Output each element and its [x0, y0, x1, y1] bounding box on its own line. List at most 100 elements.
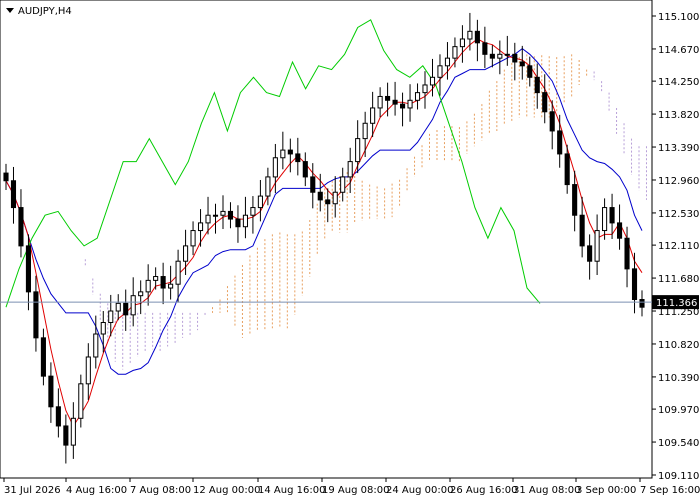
- candle-body: [474, 30, 480, 44]
- y-tick-label: 112.110: [658, 241, 699, 252]
- candle-body: [325, 199, 331, 205]
- candle-body: [355, 138, 361, 163]
- candle-body: [33, 291, 39, 339]
- candle-body: [115, 302, 121, 312]
- x-tick-label: 31 Aug 08:00: [513, 485, 580, 496]
- y-tick-label: 115.100: [658, 12, 699, 23]
- candle-body: [587, 245, 593, 262]
- candle-body: [400, 103, 406, 109]
- y-tick-label: 113.820: [658, 110, 699, 121]
- y-tick-label: 114.670: [658, 45, 699, 56]
- y-tick-label: 109.110: [658, 471, 699, 482]
- x-tick-label: 3 Sep 00:00: [576, 485, 636, 496]
- candle-body: [250, 207, 256, 216]
- x-tick-label: 4 Aug 16:00: [66, 485, 127, 496]
- y-tick-label: 112.960: [658, 176, 699, 187]
- candle-body: [175, 260, 181, 285]
- candle-body: [205, 214, 211, 224]
- candle-body: [332, 191, 338, 205]
- candle-body: [639, 299, 645, 308]
- candle-body: [310, 176, 316, 193]
- candle-body: [459, 38, 465, 48]
- ichimoku-chart: 111.366 115.100114.670114.250113.820113.…: [0, 0, 700, 496]
- candle-body: [624, 237, 630, 270]
- plot-area: [0, 0, 653, 479]
- candle-body: [572, 184, 578, 216]
- candle-body: [482, 42, 488, 55]
- candle-body: [414, 92, 421, 101]
- y-tick-label: 113.390: [658, 143, 699, 154]
- candle-body: [512, 53, 518, 63]
- candle-body: [153, 276, 159, 281]
- candle-body: [190, 230, 196, 247]
- candle-body: [93, 333, 99, 358]
- candle-body: [340, 176, 346, 193]
- candle-body: [602, 207, 608, 232]
- candle-body: [616, 222, 623, 239]
- candle-body: [130, 295, 136, 316]
- candle-body: [385, 95, 391, 101]
- candle-body: [145, 279, 151, 293]
- symbol-title: AUDJPY,H4: [18, 6, 72, 17]
- candle-body: [235, 218, 241, 228]
- candle-body: [519, 61, 525, 67]
- candle-body: [302, 161, 308, 178]
- candle-body: [272, 157, 278, 178]
- y-tick-label: 110.820: [658, 340, 699, 351]
- candle-body: [257, 195, 263, 209]
- candle-body: [100, 322, 106, 335]
- candle-body: [160, 276, 166, 289]
- x-tick-label: 7 Sep 16:00: [640, 485, 700, 496]
- candle-body: [138, 291, 144, 297]
- candle-body: [370, 107, 376, 124]
- candle-body: [444, 57, 451, 67]
- candle-body: [40, 337, 46, 377]
- candle-body: [347, 161, 353, 178]
- candle-body: [392, 99, 398, 105]
- candle-body: [504, 53, 510, 56]
- candle-body: [25, 245, 32, 293]
- y-tick-label: 112.530: [658, 209, 699, 220]
- candle-body: [63, 425, 69, 446]
- candle-body: [78, 383, 84, 419]
- x-tick-label: 7 Aug 08:00: [130, 485, 191, 496]
- candle-body: [407, 99, 413, 109]
- candle-body: [557, 130, 563, 155]
- candle-body: [564, 153, 570, 186]
- candle-body: [220, 210, 226, 216]
- candle-body: [108, 310, 114, 324]
- x-axis: 31 Jul 2026 4 Aug 16:00 7 Aug 08:00 12 Aug …: [3, 478, 700, 496]
- candle-body: [377, 95, 383, 109]
- y-tick-label: 109.970: [658, 405, 699, 416]
- candle-body: [579, 214, 585, 247]
- candle-body: [10, 180, 17, 209]
- x-tick-label: 19 Aug 08:00: [322, 485, 389, 496]
- x-tick-label: 31 Jul 2026: [4, 485, 61, 496]
- candle-body: [631, 268, 638, 301]
- candle-body: [594, 230, 600, 262]
- candle-body: [437, 65, 443, 78]
- y-tick-label: 114.250: [658, 77, 699, 88]
- candle-body: [534, 76, 540, 94]
- candle-body: [18, 207, 24, 247]
- y-tick-label: 111.250: [658, 307, 699, 318]
- candle-body: [287, 149, 293, 155]
- candle-body: [212, 214, 219, 217]
- candle-body: [609, 207, 615, 224]
- x-tick-label: 14 Aug 16:00: [258, 485, 325, 496]
- candle-body: [265, 176, 271, 197]
- candle-body: [422, 84, 428, 94]
- candle-body: [317, 191, 323, 201]
- x-tick-label: 24 Aug 00:00: [386, 485, 453, 496]
- y-tick-label: 110.390: [658, 373, 699, 384]
- candle-body: [242, 214, 248, 228]
- candle-body: [183, 245, 189, 262]
- candle-body: [542, 92, 548, 113]
- candle-body: [497, 53, 503, 59]
- candle-body: [48, 375, 54, 408]
- candle-body: [280, 149, 286, 159]
- y-tick-label: 111.680: [658, 274, 699, 285]
- candle-body: [123, 302, 129, 316]
- candle-body: [70, 417, 76, 446]
- candle-body: [489, 53, 495, 59]
